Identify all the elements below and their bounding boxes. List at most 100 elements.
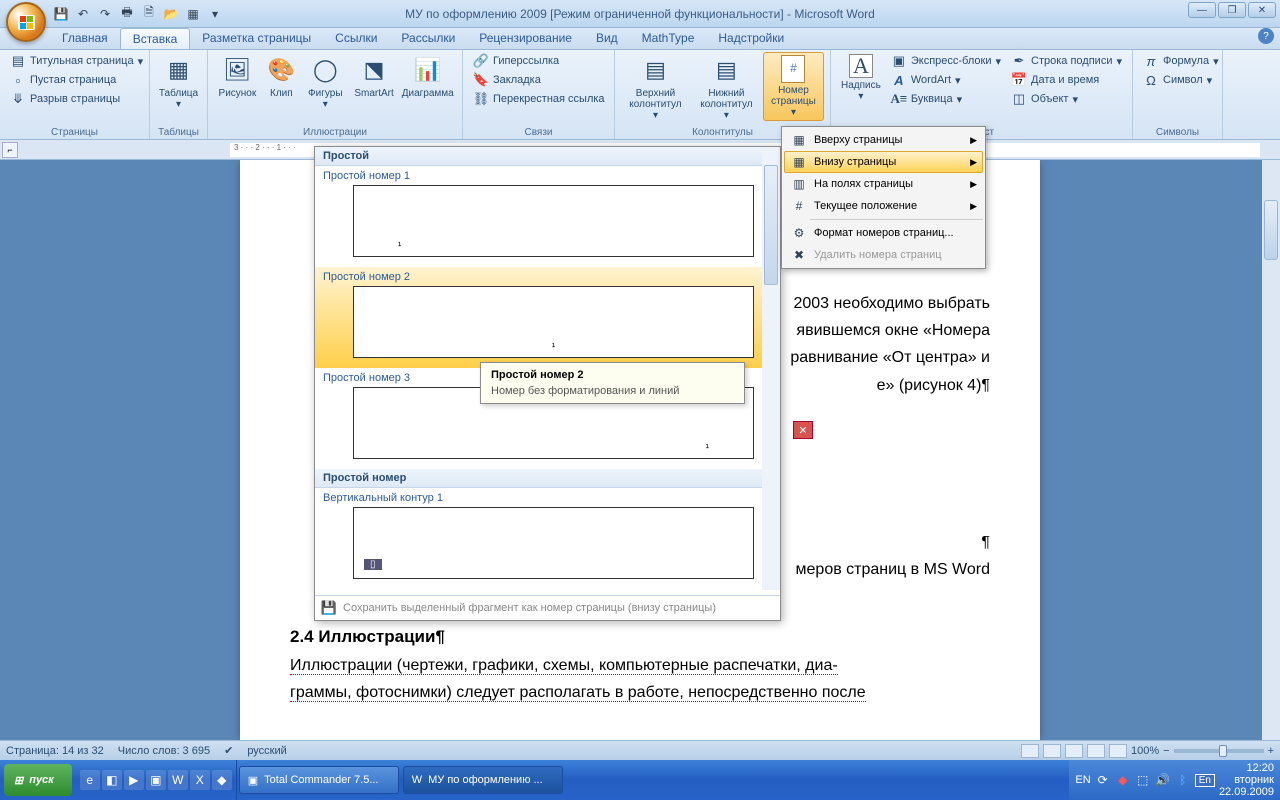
tray-bt-icon[interactable]: ᛒ bbox=[1175, 772, 1191, 788]
spellcheck-icon[interactable]: ✔ bbox=[224, 744, 233, 757]
gallery-scrollbar[interactable] bbox=[762, 147, 780, 590]
ql-excel-icon[interactable]: X bbox=[190, 770, 210, 790]
undo-icon[interactable]: ↶ bbox=[74, 5, 92, 23]
page-number-button[interactable]: #Номер страницы▾ bbox=[763, 52, 824, 121]
title-page-button[interactable]: ▤Титульная страница ▾ bbox=[6, 52, 147, 70]
table-button[interactable]: ▦Таблица▾ bbox=[156, 52, 201, 112]
preview-icon[interactable]: 🗎 bbox=[140, 5, 158, 23]
scrollbar-thumb[interactable] bbox=[1264, 200, 1278, 260]
gallery-item-4[interactable]: Вертикальный контур 1 ▯ bbox=[315, 488, 780, 589]
group-tables-label: Таблицы bbox=[150, 127, 207, 138]
bookmark-button[interactable]: 🔖Закладка bbox=[469, 71, 609, 89]
task-word[interactable]: WМУ по оформлению ... bbox=[403, 766, 563, 794]
blank-page-button[interactable]: ▫Пустая страница bbox=[6, 71, 147, 89]
ql-tc-icon[interactable]: ▣ bbox=[146, 770, 166, 790]
view-draft-icon[interactable] bbox=[1109, 744, 1127, 758]
view-read-icon[interactable] bbox=[1043, 744, 1061, 758]
datetime-button[interactable]: 📅Дата и время bbox=[1007, 71, 1126, 89]
embedded-close-icon[interactable]: ✕ bbox=[793, 421, 813, 439]
open-icon[interactable]: 📂 bbox=[162, 5, 180, 23]
redo-icon[interactable]: ↷ bbox=[96, 5, 114, 23]
equation-button[interactable]: πФормула ▾ bbox=[1139, 52, 1223, 70]
signature-button[interactable]: ✒Строка подписи ▾ bbox=[1007, 52, 1126, 70]
input-lang[interactable]: EN bbox=[1075, 774, 1090, 786]
task-totalcommander[interactable]: ▣Total Commander 7.5... bbox=[239, 766, 399, 794]
office-button[interactable] bbox=[6, 2, 46, 42]
zoom-slider[interactable] bbox=[1174, 749, 1264, 753]
tab-addins[interactable]: Надстройки bbox=[706, 28, 796, 49]
tab-view[interactable]: Вид bbox=[584, 28, 630, 49]
gallery-item-2[interactable]: Простой номер 2 ¹ bbox=[315, 267, 780, 368]
quickparts-button[interactable]: ▣Экспресс-блоки ▾ bbox=[887, 52, 1005, 70]
print-icon[interactable]: 🖶 bbox=[118, 5, 136, 23]
ql-desktop-icon[interactable]: ◧ bbox=[102, 770, 122, 790]
pn-format[interactable]: ⚙Формат номеров страниц... bbox=[784, 222, 983, 244]
tray-vol-icon[interactable]: 🔊 bbox=[1155, 772, 1171, 788]
status-lang[interactable]: русский bbox=[247, 745, 286, 757]
tab-home[interactable]: Главная bbox=[50, 28, 120, 49]
ql-app-icon[interactable]: ◆ bbox=[212, 770, 232, 790]
picture-button[interactable]: 🖼Рисунок bbox=[214, 52, 261, 101]
tab-review[interactable]: Рецензирование bbox=[467, 28, 584, 49]
tray-update-icon[interactable]: ⟳ bbox=[1095, 772, 1111, 788]
zoom-thumb[interactable] bbox=[1219, 745, 1227, 757]
tab-insert[interactable]: Вставка bbox=[120, 28, 191, 49]
clip-button[interactable]: 🎨Клип bbox=[263, 52, 300, 101]
crossref-button[interactable]: ⛓Перекрестная ссылка bbox=[469, 90, 609, 108]
status-words[interactable]: Число слов: 3 695 bbox=[118, 745, 210, 757]
tab-refs[interactable]: Ссылки bbox=[323, 28, 389, 49]
ruler-corner[interactable]: ⌐ bbox=[2, 142, 18, 158]
group-pages-label: Страницы bbox=[0, 127, 149, 138]
chart-button[interactable]: 📊Диаграмма bbox=[399, 52, 456, 101]
group-sym-label: Символы bbox=[1133, 127, 1222, 138]
shapes-button[interactable]: ◯Фигуры▾ bbox=[302, 52, 349, 112]
table-icon[interactable]: ▦ bbox=[184, 5, 202, 23]
save-icon[interactable]: 💾 bbox=[52, 5, 70, 23]
tray-clock[interactable]: 12:20 вторник 22.09.2009 bbox=[1219, 762, 1274, 798]
page-bottom-icon: ▦ bbox=[790, 154, 808, 170]
pn-top[interactable]: ▦Вверху страницы▶ bbox=[784, 129, 983, 151]
label: Верхний колонтитул bbox=[623, 88, 688, 110]
tab-mathtype[interactable]: MathType bbox=[630, 28, 707, 49]
object-button[interactable]: ◫Объект ▾ bbox=[1007, 90, 1126, 108]
ql-media-icon[interactable]: ▶ bbox=[124, 770, 144, 790]
zoom-out-button[interactable]: − bbox=[1163, 745, 1169, 757]
tray-av-icon[interactable]: ◆ bbox=[1115, 772, 1131, 788]
zoom-in-button[interactable]: + bbox=[1268, 745, 1274, 757]
ql-word-icon[interactable]: W bbox=[168, 770, 188, 790]
footer-button[interactable]: ▤Нижний колонтитул▾ bbox=[692, 52, 761, 123]
preview: ¹ bbox=[353, 185, 754, 257]
tray-net-icon[interactable]: ⬚ bbox=[1135, 772, 1151, 788]
vertical-scrollbar[interactable] bbox=[1262, 160, 1280, 740]
page-break-button[interactable]: ⤋Разрыв страницы bbox=[6, 90, 147, 108]
label: Символ bbox=[1163, 74, 1203, 86]
symbol-button[interactable]: ΩСимвол ▾ bbox=[1139, 71, 1223, 89]
pn-current[interactable]: #Текущее положение▶ bbox=[784, 195, 983, 217]
minimize-button[interactable]: — bbox=[1188, 2, 1216, 18]
maximize-button[interactable]: ❐ bbox=[1218, 2, 1246, 18]
tab-mail[interactable]: Рассылки bbox=[389, 28, 467, 49]
lang-indicator[interactable]: En bbox=[1195, 774, 1215, 787]
qat-more-icon[interactable]: ▾ bbox=[206, 5, 224, 23]
tab-layout[interactable]: Разметка страницы bbox=[190, 28, 323, 49]
gallery-item-1[interactable]: Простой номер 1 ¹ bbox=[315, 166, 780, 267]
help-icon[interactable]: ? bbox=[1258, 28, 1274, 44]
ql-ie-icon[interactable]: e bbox=[80, 770, 100, 790]
header-button[interactable]: ▤Верхний колонтитул▾ bbox=[621, 52, 690, 123]
hyperlink-button[interactable]: 🔗Гиперссылка bbox=[469, 52, 609, 70]
start-button[interactable]: ⊞пуск bbox=[4, 764, 72, 796]
view-print-icon[interactable] bbox=[1021, 744, 1039, 758]
textbox-button[interactable]: AНадпись▾ bbox=[837, 52, 885, 104]
pn-margins[interactable]: ▥На полях страницы▶ bbox=[784, 173, 983, 195]
wordart-button[interactable]: AWordArt ▾ bbox=[887, 71, 1005, 89]
close-button[interactable]: ✕ bbox=[1248, 2, 1276, 18]
pn-bottom[interactable]: ▦Внизу страницы▶ bbox=[784, 151, 983, 173]
dropcap-button[interactable]: A≡Буквица ▾ bbox=[887, 90, 1005, 108]
view-web-icon[interactable] bbox=[1065, 744, 1083, 758]
smartart-button[interactable]: ⬔SmartArt bbox=[351, 52, 398, 101]
zoom-level[interactable]: 100% bbox=[1131, 745, 1159, 757]
status-page[interactable]: Страница: 14 из 32 bbox=[6, 745, 104, 757]
view-outline-icon[interactable] bbox=[1087, 744, 1105, 758]
scrollbar-thumb[interactable] bbox=[764, 165, 778, 285]
doc-text: 2003 необходимо выбрать bbox=[793, 295, 990, 312]
